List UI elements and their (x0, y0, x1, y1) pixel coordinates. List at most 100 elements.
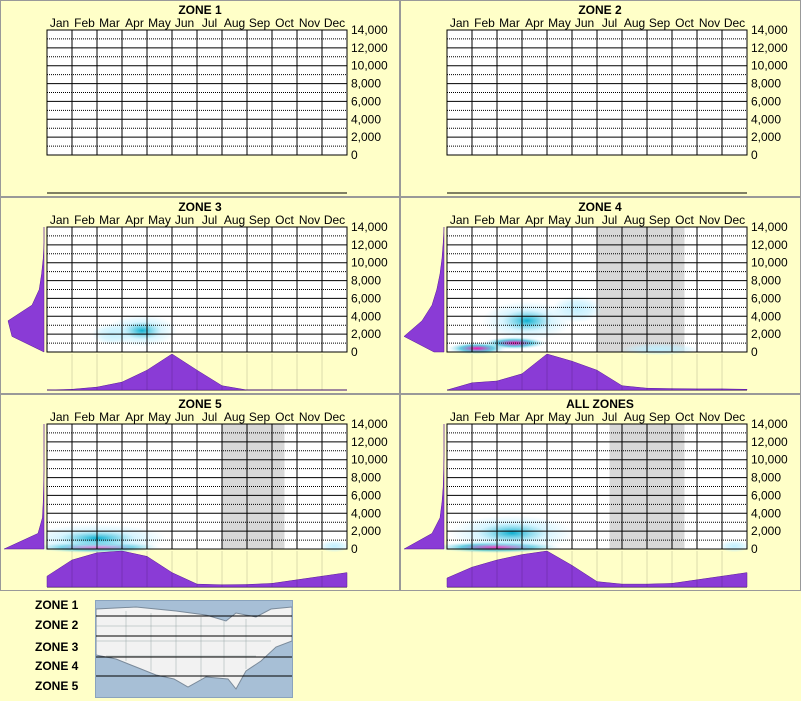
x-tick-label: Oct (275, 410, 294, 424)
x-tick-label: Jan (50, 213, 69, 227)
x-tick-label: Dec (324, 410, 345, 424)
chart-title: ZONE 4 (578, 200, 622, 214)
chart-panel-1: ZONE 1 Jan Feb Mar Apr May Jun Jul Aug Sep Oct Nov D… (46, 3, 388, 194)
y-tick-label: 4,000 (351, 506, 381, 520)
y-tick-label: 12,000 (751, 41, 788, 55)
x-tick-label: Aug (224, 16, 245, 30)
legend-zone-1: ZONE 1 (35, 598, 79, 612)
elev-density-area (403, 424, 445, 550)
y-tick-label: 0 (751, 345, 758, 359)
x-tick-label: Oct (275, 213, 294, 227)
y-tick-label: 4,000 (751, 112, 781, 126)
y-tick-label: 4,000 (351, 309, 381, 323)
y-tick-label: 2,000 (751, 130, 781, 144)
x-tick-label: Feb (474, 16, 495, 30)
x-tick-label: Dec (324, 16, 345, 30)
y-tick-label: 2,000 (751, 327, 781, 341)
chart-panel-6: ALL ZONES Jan Feb Mar Apr May Jun Jul Aug Sep Oct N… (403, 397, 788, 588)
x-tick-label: Jul (202, 16, 217, 30)
y-tick-label: 2,000 (351, 524, 381, 538)
heat-blob (619, 343, 700, 356)
chart-title: ZONE 3 (178, 200, 222, 214)
x-tick-label: May (548, 410, 571, 424)
x-tick-label: Jul (602, 16, 617, 30)
x-tick-label: Sep (649, 410, 671, 424)
zone-map (95, 600, 293, 698)
chart-panel-5: ZONE 5 Jan Feb Mar Apr May Jun Jul Aug Sep Oct Nov D… (3, 397, 388, 588)
legend-zone-5: ZONE 5 (35, 679, 79, 693)
x-tick-label: Mar (499, 213, 520, 227)
y-tick-label: 12,000 (351, 435, 388, 449)
y-tick-label: 14,000 (751, 23, 788, 37)
x-tick-label: Jan (450, 410, 469, 424)
y-tick-label: 0 (351, 542, 358, 556)
x-tick-label: Apr (125, 213, 144, 227)
y-tick-label: 6,000 (751, 291, 781, 305)
y-tick-label: 8,000 (351, 77, 381, 91)
x-tick-label: Oct (275, 16, 294, 30)
chart-title: ZONE 5 (178, 397, 222, 411)
y-tick-label: 12,000 (751, 238, 788, 252)
x-tick-label: Nov (699, 213, 720, 227)
x-tick-label: Mar (99, 410, 120, 424)
x-tick-label: Sep (649, 16, 671, 30)
y-tick-label: 2,000 (751, 524, 781, 538)
elev-density-area (403, 226, 445, 353)
y-tick-label: 14,000 (351, 417, 388, 431)
x-tick-label: Feb (74, 213, 95, 227)
y-tick-label: 0 (351, 148, 358, 162)
y-tick-label: 0 (751, 148, 758, 162)
x-tick-label: May (148, 213, 171, 227)
elev-density-area (7, 227, 45, 353)
x-tick-label: Aug (624, 410, 645, 424)
chart-title: ZONE 2 (578, 3, 622, 17)
x-tick-label: Apr (125, 16, 144, 30)
x-tick-label: Jun (575, 213, 594, 227)
x-tick-label: Feb (74, 16, 95, 30)
x-tick-label: Oct (675, 16, 694, 30)
heat-blob (449, 515, 575, 551)
x-tick-label: Oct (675, 213, 694, 227)
x-tick-label: Aug (224, 213, 245, 227)
heat-blob (447, 342, 507, 355)
x-tick-label: Jan (50, 16, 69, 30)
y-tick-label: 14,000 (351, 220, 388, 234)
y-tick-label: 10,000 (751, 453, 788, 467)
y-tick-label: 6,000 (751, 94, 781, 108)
chart-panel-2: ZONE 2 Jan Feb Mar Apr May Jun Jul Aug Sep Oct Nov D… (446, 3, 788, 194)
x-tick-label: Jul (202, 213, 217, 227)
x-tick-label: Dec (324, 213, 345, 227)
y-tick-label: 8,000 (351, 471, 381, 485)
map-image (96, 606, 292, 690)
y-tick-label: 12,000 (351, 238, 388, 252)
chart-panel-4: ZONE 4 Jan Feb Mar Apr May Jun Jul Aug Sep Oct Nov D… (403, 200, 788, 391)
y-tick-label: 14,000 (751, 220, 788, 234)
chart-title: ZONE 1 (178, 3, 222, 17)
x-tick-label: Aug (624, 213, 645, 227)
y-tick-label: 4,000 (751, 506, 781, 520)
x-tick-label: Apr (125, 410, 144, 424)
x-tick-label: Jun (175, 410, 194, 424)
x-tick-label: Jun (175, 213, 194, 227)
chart-title: ALL ZONES (566, 397, 634, 411)
y-tick-label: 8,000 (751, 471, 781, 485)
y-tick-label: 8,000 (751, 274, 781, 288)
x-tick-label: Jul (202, 410, 217, 424)
elev-density-area (3, 424, 45, 550)
y-tick-label: 6,000 (351, 488, 381, 502)
chart-panel-3: ZONE 3 Jan Feb Mar Apr May Jun Jul Aug Sep Oct Nov D… (7, 200, 388, 391)
x-tick-label: Jun (575, 410, 594, 424)
x-tick-label: Nov (699, 16, 720, 30)
legend-zone-2: ZONE 2 (35, 618, 79, 632)
y-tick-label: 8,000 (751, 77, 781, 91)
x-tick-label: Mar (99, 213, 120, 227)
x-tick-label: Aug (224, 410, 245, 424)
x-tick-label: Jan (450, 213, 469, 227)
y-tick-label: 14,000 (751, 417, 788, 431)
x-tick-label: Jan (50, 410, 69, 424)
y-tick-label: 8,000 (351, 274, 381, 288)
x-tick-label: Jul (602, 213, 617, 227)
map-landmass (96, 606, 292, 690)
x-tick-label: May (548, 213, 571, 227)
x-tick-label: Sep (249, 213, 271, 227)
